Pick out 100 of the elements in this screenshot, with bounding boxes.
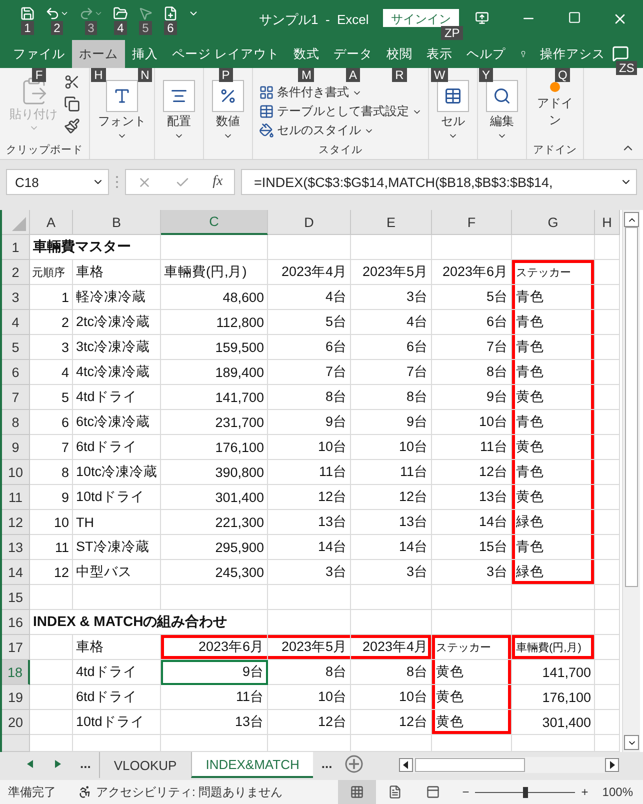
table-cell[interactable]: 7 (30, 435, 73, 460)
column-header[interactable]: C (161, 210, 268, 235)
table-cell[interactable]: 2023年4月 (351, 635, 432, 660)
table-cell[interactable]: 12台 (351, 485, 432, 510)
table-cell[interactable]: 7台 (268, 360, 351, 385)
row-header[interactable]: 1 (2, 235, 30, 260)
table-cell[interactable]: 車輛費(円,月) (512, 635, 595, 660)
vertical-scrollbar[interactable] (622, 210, 640, 752)
table-cell[interactable]: 301,400 (512, 710, 595, 735)
active-cell[interactable]: 9台 (161, 660, 268, 685)
table-cell[interactable]: 13台 (351, 510, 432, 535)
table-cell[interactable]: 11台 (432, 435, 512, 460)
table-cell[interactable]: 10台 (351, 435, 432, 460)
table-cell[interactable]: 8 (30, 460, 73, 485)
table-cell[interactable]: 141,700 (161, 385, 268, 410)
formula-field[interactable]: =INDEX($C$3:$G$14,MATCH($B18,$B$3:$B$14, (241, 169, 637, 195)
table-cell[interactable] (595, 310, 620, 335)
table-cell[interactable]: 10tdドライ (73, 710, 161, 735)
column-header[interactable]: E (351, 210, 432, 235)
table-cell[interactable] (268, 235, 351, 260)
style-menu-button[interactable]: テーブルとして書式設定 (259, 102, 422, 121)
table-cell[interactable]: 車格 (73, 635, 161, 660)
table-cell[interactable]: 14台 (268, 535, 351, 560)
column-header[interactable]: H (595, 210, 620, 235)
table-cell[interactable]: 10台 (268, 435, 351, 460)
row-header[interactable]: 12 (2, 510, 30, 535)
scroll-thumb[interactable] (625, 227, 638, 587)
column-header[interactable]: G (512, 210, 595, 235)
table-cell[interactable]: 10tc冷凍冷蔵 (73, 460, 161, 485)
horizontal-scroll-thumb[interactable] (415, 758, 525, 772)
row-header[interactable]: 4 (2, 310, 30, 335)
table-cell[interactable]: 黄色 (432, 685, 512, 710)
table-cell[interactable]: 6tdドライ (73, 685, 161, 710)
table-cell[interactable] (595, 660, 620, 685)
table-cell[interactable]: 141,700 (512, 660, 595, 685)
table-cell[interactable]: 4台 (351, 310, 432, 335)
table-cell[interactable] (268, 610, 351, 635)
column-header[interactable]: F (432, 210, 512, 235)
maximize-icon[interactable] (568, 11, 580, 24)
new-file-icon[interactable] (163, 6, 178, 21)
table-cell[interactable] (595, 285, 620, 310)
table-cell[interactable] (432, 585, 512, 610)
table-cell[interactable]: 黄色 (512, 485, 595, 510)
table-cell[interactable]: 8台 (432, 360, 512, 385)
table-cell[interactable]: 12台 (351, 710, 432, 735)
table-cell[interactable] (73, 735, 161, 752)
table-cell[interactable]: 青色 (512, 335, 595, 360)
table-cell[interactable]: 黄色 (432, 710, 512, 735)
table-cell[interactable] (351, 235, 432, 260)
table-cell[interactable]: 176,100 (161, 435, 268, 460)
table-cell[interactable]: 4tdドライ (73, 385, 161, 410)
table-cell[interactable]: 176,100 (512, 685, 595, 710)
table-cell[interactable]: 3台 (351, 285, 432, 310)
zoom-out-button[interactable]: − (462, 785, 470, 799)
ribbon-display-icon[interactable] (475, 11, 489, 25)
ribbon-button[interactable]: 配置 (161, 70, 197, 141)
row-header[interactable]: 17 (2, 635, 30, 660)
table-cell[interactable] (595, 560, 620, 585)
table-cell[interactable] (595, 585, 620, 610)
table-cell[interactable]: 13台 (432, 485, 512, 510)
zoom-level[interactable]: 100% (602, 785, 633, 799)
sign-in-button[interactable]: サインイン (382, 9, 459, 27)
table-cell[interactable]: 5 (30, 385, 73, 410)
table-cell[interactable]: 7台 (351, 360, 432, 385)
more-sheets-button[interactable]: ... (313, 752, 340, 775)
ribbon-tab[interactable]: 挿入 (125, 40, 165, 68)
table-cell[interactable]: 2tc冷凍冷蔵 (73, 310, 161, 335)
table-cell[interactable] (595, 260, 620, 285)
table-cell[interactable] (595, 460, 620, 485)
add-sheet-icon[interactable] (344, 754, 364, 774)
name-box[interactable]: C18 (6, 169, 109, 195)
table-cell[interactable] (30, 685, 73, 710)
undo-icon[interactable] (45, 6, 60, 21)
table-cell[interactable]: TH (73, 510, 161, 535)
table-cell[interactable]: 12台 (432, 460, 512, 485)
table-cell[interactable]: 青色 (512, 460, 595, 485)
table-cell[interactable]: 2023年6月 (432, 260, 512, 285)
scroll-down-button[interactable] (624, 735, 639, 750)
ribbon-tab[interactable]: ページ レイアウト (165, 40, 286, 68)
table-cell[interactable] (432, 610, 512, 635)
table-cell[interactable] (595, 535, 620, 560)
table-cell[interactable]: 9台 (351, 410, 432, 435)
table-cell[interactable] (161, 735, 268, 752)
more-sheets-button[interactable]: ... (72, 752, 99, 775)
row-header[interactable]: 15 (2, 585, 30, 610)
ribbon-tab[interactable]: ヘルプ (459, 40, 512, 68)
next-sheet-icon[interactable] (55, 760, 61, 768)
scroll-left-icon[interactable] (399, 758, 413, 772)
table-cell[interactable]: 青色 (512, 535, 595, 560)
previous-sheet-icon[interactable] (27, 760, 33, 768)
table-cell[interactable]: 4tdドライ (73, 660, 161, 685)
table-cell[interactable]: ステッカー (432, 635, 512, 660)
table-cell[interactable] (512, 585, 595, 610)
table-cell[interactable] (512, 610, 595, 635)
ribbon-tab[interactable]: 表示 (419, 40, 460, 68)
table-cell[interactable]: 9 (30, 485, 73, 510)
style-menu-button[interactable]: セルのスタイル (259, 121, 374, 140)
column-header[interactable]: B (73, 210, 161, 235)
table-cell[interactable] (30, 660, 73, 685)
table-cell[interactable]: 緑色 (512, 510, 595, 535)
